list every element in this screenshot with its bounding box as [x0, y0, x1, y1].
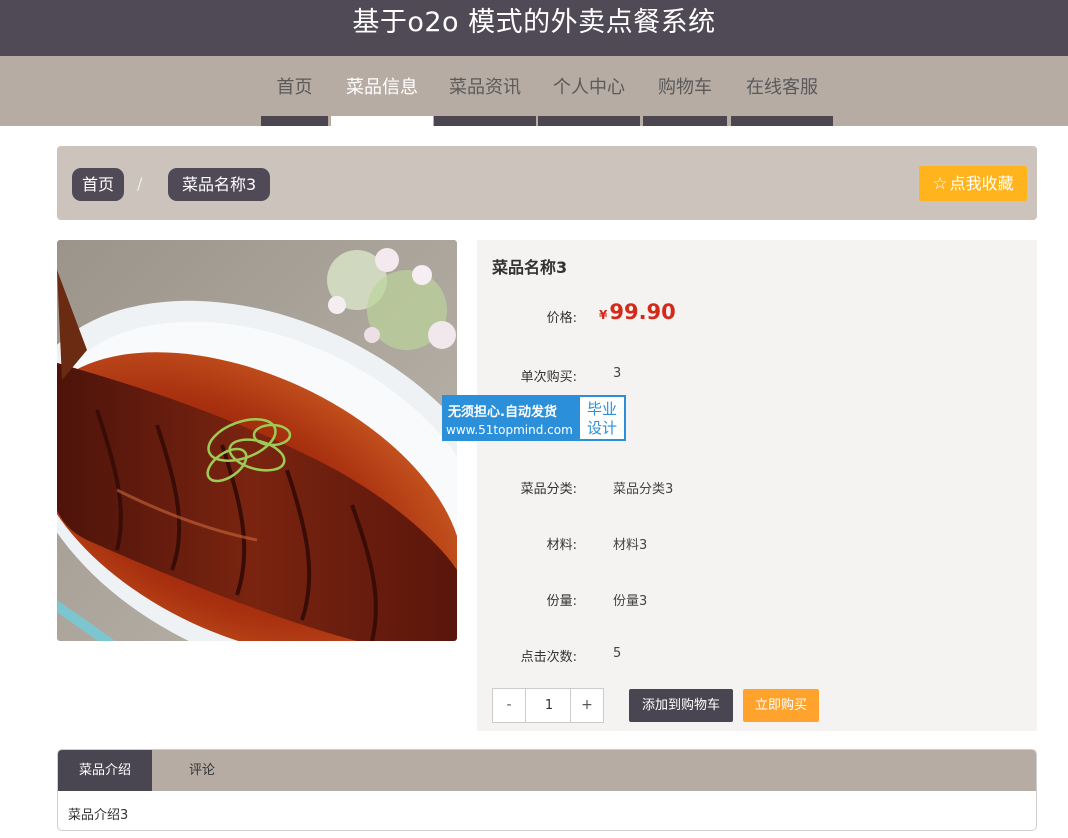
watermark-tag: 毕业 设计 [578, 395, 626, 441]
tab-dish-intro[interactable]: 菜品介绍 [58, 750, 152, 791]
watermark-line1: 无须担心.自动发货 [448, 405, 557, 420]
price-label: 价格: [546, 311, 577, 326]
row-label-click-count: 点击次数: [520, 650, 577, 665]
row-label-portion: 份量: [546, 594, 577, 609]
price-value: ¥99.90 [599, 300, 676, 324]
site-header: 基于o2o 模式的外卖点餐系统 [0, 0, 1068, 56]
tab-reviews[interactable]: 评论 [152, 750, 252, 791]
nav-item-dish-info[interactable]: 菜品信息 [331, 56, 433, 126]
nav-item-label: 首页 [276, 77, 313, 98]
nav-underline [538, 116, 640, 126]
quantity-input[interactable] [527, 689, 571, 722]
watermark-line2: www.51topmind.com [446, 423, 573, 437]
row-value-click-count: 5 [613, 646, 622, 661]
quantity-minus-button[interactable]: - [493, 689, 526, 722]
site-title: 基于o2o 模式的外卖点餐系统 [352, 7, 716, 38]
breadcrumb-home[interactable]: 首页 [72, 168, 125, 201]
tab-bar: 菜品介绍 评论 [58, 750, 1036, 791]
nav-underline-active [331, 116, 433, 126]
price-number: 99.90 [609, 300, 676, 324]
breadcrumb-current: 菜品名称3 [168, 168, 271, 201]
nav-underline [261, 116, 328, 126]
dish-image [57, 240, 457, 641]
row-value-category: 菜品分类3 [613, 482, 674, 497]
watermark-text-block: 无须担心.自动发货 www.51topmind.com [442, 395, 578, 441]
watermark-tag-line1: 毕业 [586, 400, 617, 418]
nav-underline [434, 116, 536, 126]
nav-item-support[interactable]: 在线客服 [731, 56, 833, 126]
row-label-category: 菜品分类: [520, 482, 577, 497]
favorite-button-label: 点我收藏 [949, 174, 1014, 193]
quantity-plus-button[interactable]: + [570, 689, 603, 722]
row-value-single-purchase: 3 [613, 366, 622, 381]
breadcrumb-separator: / [137, 174, 143, 193]
nav-item-label: 个人中心 [553, 77, 625, 98]
watermark-badge: 无须担心.自动发货 www.51topmind.com 毕业 设计 [442, 395, 626, 441]
nav-item-label: 在线客服 [746, 77, 818, 98]
breadcrumb: 首页 / 菜品名称3 ☆ 点我收藏 [57, 146, 1037, 220]
nav-item-profile[interactable]: 个人中心 [538, 56, 640, 126]
nav-underline [731, 116, 833, 126]
product-tabs: 菜品介绍 评论 菜品介绍3 [57, 749, 1037, 831]
nav-underline [643, 116, 727, 126]
quantity-stepper: - + [492, 688, 604, 723]
nav-item-label: 菜品资讯 [449, 77, 521, 98]
nav-item-label: 菜品信息 [346, 77, 418, 98]
tab-content: 菜品介绍3 [68, 808, 129, 823]
product-detail-panel: 菜品名称3 价格: ¥99.90 单次购买: 3 9 菜品分类: 菜品分类3 材… [477, 240, 1037, 731]
row-value-portion: 份量3 [613, 594, 648, 609]
dish-photo-illustration [57, 240, 457, 641]
nav-item-label: 购物车 [658, 77, 712, 98]
nav-item-home[interactable]: 首页 [261, 56, 328, 126]
row-value-material: 材料3 [613, 538, 648, 553]
buy-now-button[interactable]: 立即购买 [743, 689, 819, 722]
main-nav: 首页 菜品信息 菜品资讯 个人中心 购物车 在线客服 [0, 56, 1068, 126]
star-icon: ☆ [932, 174, 948, 194]
add-to-cart-button[interactable]: 添加到购物车 [629, 689, 733, 722]
currency-symbol: ¥ [599, 308, 608, 322]
nav-item-cart[interactable]: 购物车 [643, 56, 727, 126]
nav-item-dish-news[interactable]: 菜品资讯 [434, 56, 536, 126]
row-label-material: 材料: [546, 538, 577, 553]
row-label-single-purchase: 单次购买: [520, 370, 577, 385]
favorite-button[interactable]: ☆ 点我收藏 [919, 166, 1027, 201]
watermark-tag-line2: 设计 [586, 419, 617, 437]
product-name: 菜品名称3 [492, 258, 568, 277]
